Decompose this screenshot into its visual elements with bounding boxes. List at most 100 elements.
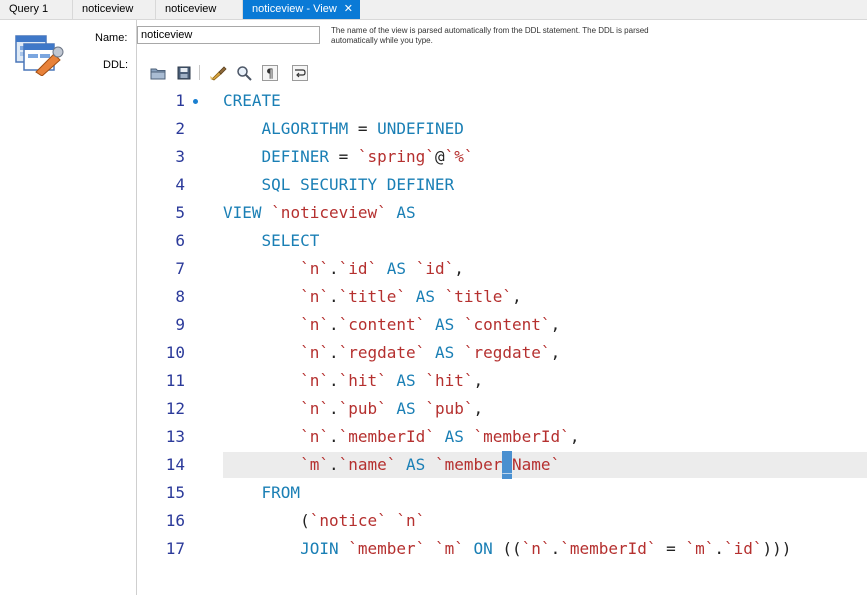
sql-identifier: `name` <box>338 455 397 474</box>
code-line[interactable]: 16 (`notice` `n` <box>137 507 867 535</box>
line-number: 6 <box>175 231 185 250</box>
sql-identifier: `n` <box>300 315 329 334</box>
code-line[interactable]: 15 FROM <box>137 479 867 507</box>
sql-identifier: `memberId` <box>338 427 435 446</box>
tab-label: noticeview <box>165 3 217 15</box>
sql-punctuation: . <box>328 259 339 278</box>
code-line[interactable]: 7 `n`.`id` AS `id`, <box>137 255 867 283</box>
sql-punctuation <box>387 371 397 390</box>
sql-identifier: `n` <box>300 259 329 278</box>
svg-text:¶: ¶ <box>266 66 274 80</box>
code-line[interactable]: 12 `n`.`pub` AS `pub`, <box>137 395 867 423</box>
sql-punctuation <box>223 483 262 502</box>
tab-bar: Query 1 noticeview noticeview noticeview… <box>0 0 867 20</box>
sql-punctuation <box>425 539 435 558</box>
code-line[interactable]: 3 DEFINER = `spring`@`%` <box>137 143 867 171</box>
code-line[interactable]: 17 JOIN `member` `m` ON ((`n`.`memberId`… <box>137 535 867 563</box>
sql-punctuation: . <box>328 399 339 418</box>
sql-punctuation: . <box>328 287 339 306</box>
sql-punctuation <box>387 511 397 530</box>
sql-code-area[interactable]: 1 CREATE 2 ALGORITHM = UNDEFINED 3 DEFINER … <box>137 87 867 563</box>
code-line[interactable]: 10 `n`.`regdate` AS `regdate`, <box>137 339 867 367</box>
line-number: 13 <box>165 427 185 446</box>
find-icon[interactable] <box>235 64 253 81</box>
code-line[interactable]: 11 `n`.`hit` AS `hit`, <box>137 367 867 395</box>
tab-noticeview-1[interactable]: noticeview <box>73 0 156 19</box>
save-icon[interactable] <box>175 64 193 81</box>
sql-identifier: `regdate` <box>463 343 551 362</box>
view-name-input[interactable] <box>137 26 320 44</box>
code-text: (`notice` `n` <box>223 507 425 535</box>
sql-identifier: `n` <box>300 287 329 306</box>
code-line[interactable]: 1 CREATE <box>137 87 867 115</box>
code-text: DEFINER = `spring`@`%` <box>223 143 474 171</box>
tab-query-1[interactable]: Query 1 <box>0 0 73 19</box>
line-number: 10 <box>165 343 185 362</box>
sql-punctuation <box>425 455 435 474</box>
sql-punctuation <box>223 231 262 250</box>
sql-keyword: VIEW <box>223 203 262 222</box>
code-line[interactable]: 6 SELECT <box>137 227 867 255</box>
beautify-brush-icon[interactable] <box>209 64 227 81</box>
code-text: SELECT <box>223 227 320 255</box>
close-tab-icon[interactable]: ✕ <box>344 0 353 19</box>
sql-keyword: AS <box>396 399 416 418</box>
code-text: `n`.`id` AS `id`, <box>223 255 464 283</box>
sql-identifier: `id` <box>415 259 455 278</box>
code-text: `n`.`pub` AS `pub`, <box>223 395 483 423</box>
sql-keyword: AS <box>396 371 416 390</box>
code-line[interactable]: 8 `n`.`title` AS `title`, <box>137 283 867 311</box>
sql-keyword: AS <box>434 343 455 362</box>
word-wrap-icon[interactable] <box>291 64 309 81</box>
tab-label: noticeview <box>82 3 134 15</box>
toolbar-separator <box>199 65 200 80</box>
line-number: 9 <box>175 315 185 334</box>
view-icon <box>15 35 64 76</box>
code-line[interactable]: 9 `n`.`content` AS `content`, <box>137 311 867 339</box>
sql-identifier: `n` <box>396 511 426 530</box>
code-line[interactable]: 5 VIEW `noticeview` AS <box>137 199 867 227</box>
sql-punctuation <box>223 371 300 390</box>
code-line[interactable]: 14 `m`.`name` AS `member_Name` <box>137 451 867 479</box>
sql-keyword: AS <box>444 427 464 446</box>
tab-noticeview-2[interactable]: noticeview <box>156 0 243 19</box>
ddl-label: DDL: <box>103 59 129 71</box>
code-text: FROM <box>223 479 301 507</box>
text-cursor: _ <box>502 451 513 479</box>
sql-punctuation: ( <box>300 511 310 530</box>
code-line[interactable]: 13 `n`.`memberId` AS `memberId`, <box>137 423 867 451</box>
sql-identifier: `spring` <box>357 147 435 166</box>
line-number: 7 <box>175 259 185 278</box>
sql-punctuation <box>396 455 406 474</box>
code-line[interactable]: 2 ALGORITHM = UNDEFINED <box>137 115 867 143</box>
sql-punctuation: , <box>569 427 580 446</box>
sql-punctuation <box>425 343 435 362</box>
code-text: SQL SECURITY DEFINER <box>223 171 455 199</box>
line-number: 3 <box>175 147 185 166</box>
sql-identifier: `%` <box>444 147 474 166</box>
code-line[interactable]: 4 SQL SECURITY DEFINER <box>137 171 867 199</box>
sql-keyword: SQL SECURITY DEFINER <box>261 175 455 194</box>
code-text: VIEW `noticeview` AS <box>223 199 416 227</box>
sql-keyword: AS <box>434 315 455 334</box>
open-folder-icon[interactable] <box>149 64 167 81</box>
code-text: `n`.`hit` AS `hit`, <box>223 367 483 395</box>
sql-keyword: CREATE <box>223 91 281 110</box>
sql-punctuation <box>406 259 416 278</box>
code-text: `n`.`content` AS `content`, <box>223 311 560 339</box>
view-properties-pane: Name: DDL: <box>0 20 137 595</box>
tab-noticeview-view[interactable]: noticeview - View ✕ <box>243 0 360 19</box>
sql-identifier: `title` <box>338 287 407 306</box>
code-text: ALGORITHM = UNDEFINED <box>223 115 464 143</box>
line-number: 2 <box>175 119 185 138</box>
sql-punctuation: , <box>550 315 561 334</box>
sql-identifier: `n` <box>521 539 551 558</box>
sql-identifier: `noticeview` <box>271 203 387 222</box>
sql-identifier: `pub` <box>338 399 387 418</box>
ddl-editor[interactable]: ¶ 1 CREATE 2 ALGORITHM = UNDEFINED 3 DEFINE… <box>137 59 867 595</box>
pilcrow-icon[interactable]: ¶ <box>261 64 279 81</box>
line-number: 12 <box>165 399 185 418</box>
sql-identifier: `n` <box>300 399 329 418</box>
tab-label: Query 1 <box>9 3 49 15</box>
code-text: `n`.`title` AS `title`, <box>223 283 522 311</box>
